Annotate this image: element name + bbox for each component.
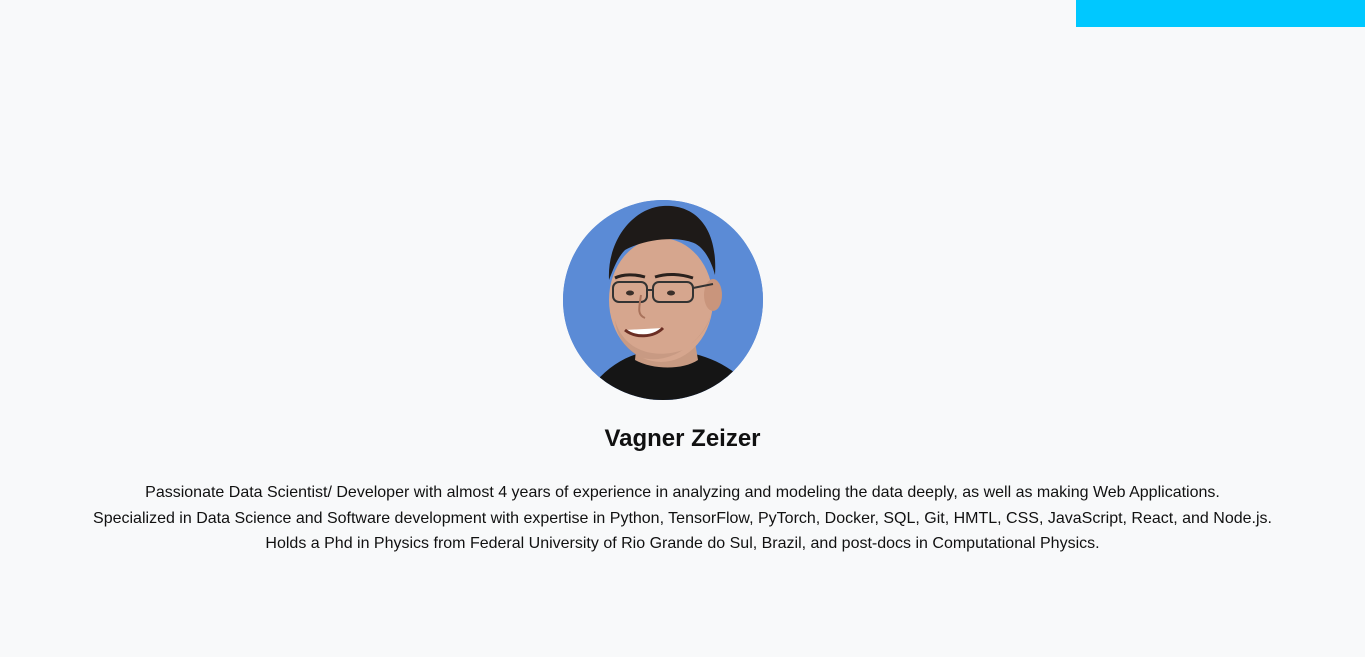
- profile-bio: Passionate Data Scientist/ Developer wit…: [0, 480, 1365, 557]
- page: Vagner Zeizer Passionate Data Scientist/…: [0, 0, 1365, 657]
- top-accent-bar: [1076, 0, 1365, 27]
- profile-section: Vagner Zeizer Passionate Data Scientist/…: [0, 200, 1365, 557]
- avatar-portrait: [563, 200, 763, 400]
- bio-line: Passionate Data Scientist/ Developer wit…: [145, 484, 1220, 501]
- profile-avatar: [563, 200, 763, 400]
- profile-name: Vagner Zeizer: [604, 425, 761, 452]
- bio-line: Holds a Phd in Physics from Federal Univ…: [265, 535, 1100, 552]
- bio-line: Specialized in Data Science and Software…: [93, 509, 1272, 527]
